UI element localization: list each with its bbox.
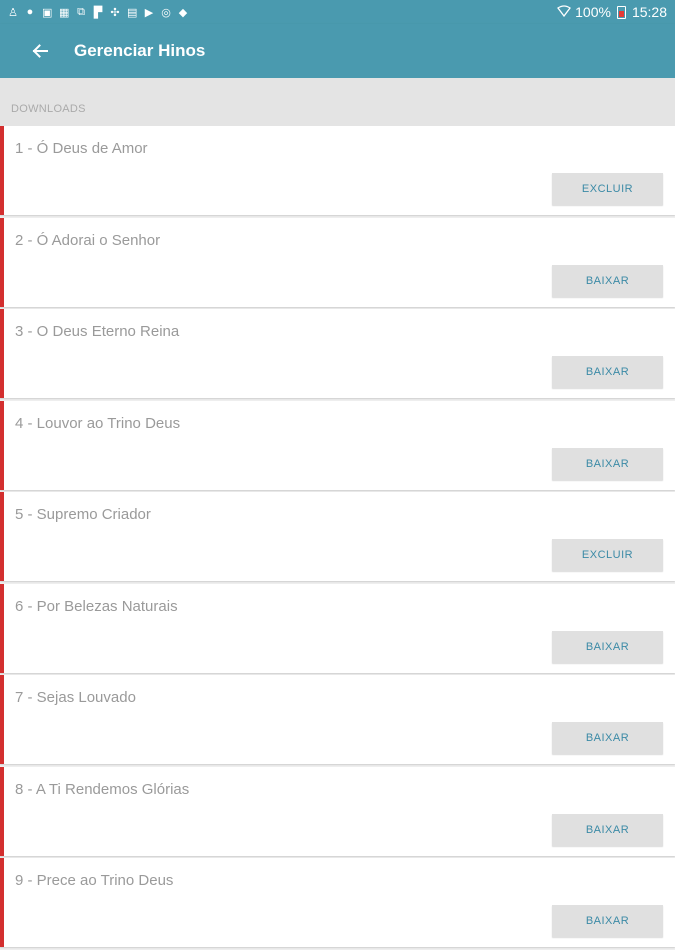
battery-icon [616, 5, 626, 19]
hymn-title: 1 - Ó Deus de Amor [15, 140, 148, 157]
download-button[interactable]: BAIXAR [552, 264, 663, 297]
hymn-card: 8 - A Ti Rendemos Glórias BAIXAR [0, 766, 675, 856]
hymn-card: 5 - Supremo Criador EXCLUIR [0, 492, 675, 581]
wifi-icon [557, 4, 572, 20]
hymn-card: 3 - O Deus Eterno Reina BAIXAR [0, 309, 675, 398]
mail-icon: ▤ [127, 6, 139, 19]
image-icon: ▣ [42, 6, 54, 19]
hymn-card: 6 - Por Belezas Naturais BAIXAR [0, 583, 675, 673]
download-button[interactable]: BAIXAR [552, 905, 663, 937]
download-button[interactable]: BAIXAR [552, 813, 663, 846]
hymn-title: 9 - Prece ao Trino Deus [15, 872, 174, 889]
download-button[interactable]: BAIXAR [552, 630, 663, 663]
delete-button[interactable]: EXCLUIR [552, 539, 663, 571]
section-header: DOWNLOADS [0, 78, 675, 126]
hymn-card: 2 - Ó Adorai o Senhor BAIXAR [0, 217, 675, 307]
delete-button[interactable]: EXCLUIR [552, 173, 663, 205]
status-bar: ♙ ● ▣ ▦ ⧉ ▛ ✣ ▤ ▶ ◎ ◆ 100% 15:28 [0, 0, 675, 24]
youtube-icon: ▶ [144, 6, 155, 19]
hymn-title: 7 - Sejas Louvado [15, 689, 136, 706]
photos-icon: ▦ [59, 6, 71, 19]
download-button[interactable]: BAIXAR [552, 722, 663, 754]
app-toolbar: Gerenciar Hinos [0, 24, 675, 78]
download-button[interactable]: BAIXAR [552, 356, 663, 388]
hymn-title: 2 - Ó Adorai o Senhor [15, 231, 161, 249]
copy-icon: ⧉ [77, 5, 86, 18]
location-icon: ● [26, 6, 35, 18]
settings-icon: ✣ [110, 6, 121, 19]
arrow-left-icon [32, 44, 48, 58]
battery-percent: 100% [575, 4, 611, 20]
hymn-title: 6 - Por Belezas Naturais [15, 597, 178, 615]
clock: 15:28 [631, 4, 667, 20]
hymn-card: 1 - Ó Deus de Amor EXCLUIR [0, 126, 675, 215]
dropbox-icon: ◆ [178, 6, 189, 19]
person-icon: ♙ [8, 6, 19, 19]
hymn-card: 4 - Louvor ao Trino Deus BAIXAR [0, 400, 675, 490]
status-right: 100% 15:28 [557, 4, 667, 20]
hymn-title: 3 - O Deus Eterno Reina [15, 323, 180, 340]
hymn-card: 9 - Prece ao Trino Deus BAIXAR [0, 858, 675, 947]
download-button[interactable]: BAIXAR [552, 447, 663, 480]
dribbble-icon: ◎ [161, 6, 172, 19]
flipboard-icon: ▛ [93, 6, 104, 19]
hymn-card: 7 - Sejas Louvado BAIXAR [0, 675, 675, 764]
notification-icons: ♙ ● ▣ ▦ ⧉ ▛ ✣ ▤ ▶ ◎ ◆ [8, 6, 189, 19]
page-title: Gerenciar Hinos [74, 41, 206, 60]
hymn-title: 4 - Louvor ao Trino Deus [15, 414, 181, 432]
hymn-list: 1 - Ó Deus de Amor EXCLUIR 2 - Ó Adorai … [0, 126, 675, 950]
hymn-title: 5 - Supremo Criador [15, 506, 151, 523]
hymn-title: 8 - A Ti Rendemos Glórias [15, 780, 190, 798]
back-button[interactable] [26, 37, 54, 65]
